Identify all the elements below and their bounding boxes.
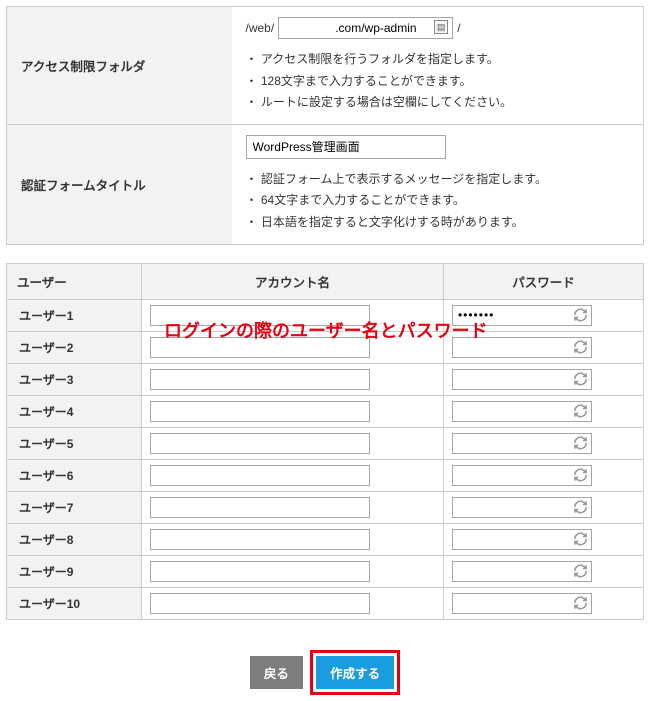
table-row: ユーザー1 (7, 299, 644, 331)
refresh-icon[interactable] (573, 500, 588, 515)
password-cell (443, 299, 643, 331)
refresh-icon[interactable] (573, 436, 588, 451)
password-input[interactable] (452, 369, 592, 390)
table-row: ユーザー3 (7, 363, 644, 395)
password-input[interactable] (452, 593, 592, 614)
folder-label: アクセス制限フォルダ (7, 7, 232, 125)
password-input[interactable] (452, 401, 592, 422)
table-row: ユーザー8 (7, 523, 644, 555)
folder-note: ルートに設定する場合は空欄にしてください。 (246, 92, 630, 114)
account-input[interactable] (150, 337, 370, 358)
form-title-notes: 認証フォーム上で表示するメッセージを指定します。 64文字まで入力することができ… (246, 169, 630, 234)
account-input[interactable] (150, 305, 370, 326)
account-cell (142, 523, 444, 555)
account-input[interactable] (150, 465, 370, 486)
account-cell (142, 299, 444, 331)
password-cell (443, 331, 643, 363)
refresh-icon[interactable] (573, 532, 588, 547)
form-title-note: 認証フォーム上で表示するメッセージを指定します。 (246, 169, 630, 191)
folder-path-input[interactable] (278, 17, 453, 39)
account-cell (142, 491, 444, 523)
path-prefix: /web/ (246, 21, 275, 35)
account-cell (142, 395, 444, 427)
password-input[interactable] (452, 305, 592, 326)
password-cell (443, 459, 643, 491)
account-cell (142, 331, 444, 363)
table-row: ユーザー10 (7, 587, 644, 619)
user-row-label: ユーザー3 (7, 363, 142, 395)
table-row: ユーザー4 (7, 395, 644, 427)
account-input[interactable] (150, 369, 370, 390)
refresh-icon[interactable] (573, 468, 588, 483)
folder-note: 128文字まで入力することができます。 (246, 71, 630, 93)
account-cell (142, 587, 444, 619)
table-row: ユーザー9 (7, 555, 644, 587)
button-row: 戻る 作成する (6, 650, 644, 695)
table-row: ユーザー6 (7, 459, 644, 491)
refresh-icon[interactable] (573, 308, 588, 323)
user-row-label: ユーザー7 (7, 491, 142, 523)
password-input[interactable] (452, 561, 592, 582)
path-suffix: / (457, 21, 460, 35)
password-input[interactable] (452, 529, 592, 550)
account-cell (142, 555, 444, 587)
refresh-icon[interactable] (573, 596, 588, 611)
password-cell (443, 395, 643, 427)
form-title-note: 64文字まで入力することができます。 (246, 190, 630, 212)
user-row-label: ユーザー6 (7, 459, 142, 491)
folder-note: アクセス制限を行うフォルダを指定します。 (246, 49, 630, 71)
col-password: パスワード (443, 263, 643, 299)
col-account: アカウント名 (142, 263, 444, 299)
user-row-label: ユーザー1 (7, 299, 142, 331)
table-row: ユーザー2 (7, 331, 644, 363)
back-button[interactable]: 戻る (250, 656, 303, 689)
user-row-label: ユーザー5 (7, 427, 142, 459)
password-input[interactable] (452, 465, 592, 486)
user-row-label: ユーザー4 (7, 395, 142, 427)
account-input[interactable] (150, 433, 370, 454)
account-input[interactable] (150, 561, 370, 582)
table-row: ユーザー5 (7, 427, 644, 459)
account-cell (142, 427, 444, 459)
folder-notes: アクセス制限を行うフォルダを指定します。 128文字まで入力することができます。… (246, 49, 630, 114)
password-cell (443, 587, 643, 619)
account-input[interactable] (150, 497, 370, 518)
submit-button[interactable]: 作成する (316, 656, 394, 689)
password-cell (443, 491, 643, 523)
password-input[interactable] (452, 337, 592, 358)
password-input[interactable] (452, 497, 592, 518)
user-row-label: ユーザー10 (7, 587, 142, 619)
refresh-icon[interactable] (573, 372, 588, 387)
password-cell (443, 427, 643, 459)
form-title-input[interactable] (246, 135, 446, 159)
refresh-icon[interactable] (573, 404, 588, 419)
account-input[interactable] (150, 401, 370, 422)
account-input[interactable] (150, 593, 370, 614)
password-cell (443, 523, 643, 555)
password-cell (443, 555, 643, 587)
folder-value-cell: /web/ ▤ / アクセス制限を行うフォルダを指定します。 128文字まで入力… (232, 7, 644, 125)
path-browse-icon[interactable]: ▤ (434, 20, 448, 34)
user-row-label: ユーザー9 (7, 555, 142, 587)
account-input[interactable] (150, 529, 370, 550)
form-title-value-cell: 認証フォーム上で表示するメッセージを指定します。 64文字まで入力することができ… (232, 124, 644, 244)
settings-table: アクセス制限フォルダ /web/ ▤ / アクセス制限を行うフォルダを指定します… (6, 6, 644, 245)
form-title-note: 日本語を指定すると文字化けする時があります。 (246, 212, 630, 234)
account-cell (142, 459, 444, 491)
submit-highlight: 作成する (310, 650, 400, 695)
refresh-icon[interactable] (573, 340, 588, 355)
refresh-icon[interactable] (573, 564, 588, 579)
user-row-label: ユーザー8 (7, 523, 142, 555)
password-input[interactable] (452, 433, 592, 454)
col-user: ユーザー (7, 263, 142, 299)
account-cell (142, 363, 444, 395)
form-title-label: 認証フォームタイトル (7, 124, 232, 244)
user-row-label: ユーザー2 (7, 331, 142, 363)
password-cell (443, 363, 643, 395)
users-table: ユーザー アカウント名 パスワード ユーザー1ユーザー2ユーザー3ユーザー4ユー… (6, 263, 644, 620)
table-row: ユーザー7 (7, 491, 644, 523)
